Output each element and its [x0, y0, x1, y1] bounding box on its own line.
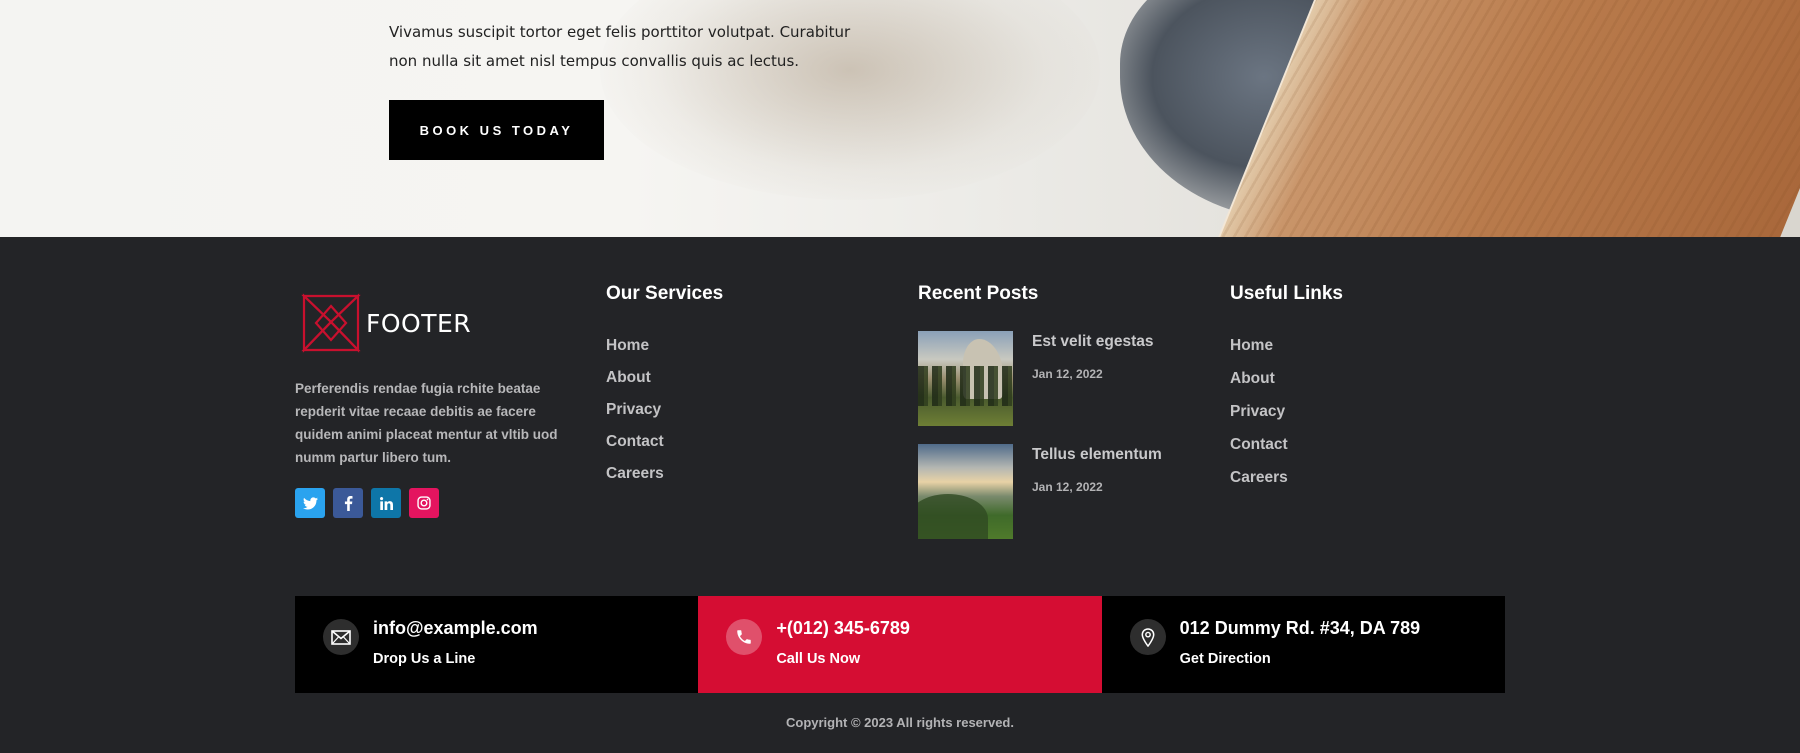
services-link-about[interactable]: About — [606, 369, 664, 387]
services-link-privacy[interactable]: Privacy — [606, 401, 664, 419]
logo-mark-icon — [301, 293, 361, 353]
footer: FOOTER Perferendis rendae fugia rchite b… — [0, 237, 1800, 753]
services-link-careers[interactable]: Careers — [606, 465, 664, 483]
services-link-home[interactable]: Home — [606, 337, 664, 355]
contact-email[interactable]: info@example.com — [373, 618, 538, 639]
hero-section: Vivamus suscipit tortor eget felis portt… — [0, 0, 1800, 237]
useful-links-title: Useful Links — [1230, 283, 1343, 304]
hero-text: Vivamus suscipit tortor eget felis portt… — [389, 23, 851, 70]
footer-about-text: Perferendis rendae fugia rchite beatae r… — [295, 381, 558, 465]
post-thumbnail-image[interactable] — [918, 331, 1013, 426]
contact-phone-block[interactable]: +(012) 345-6789 Call Us Now — [698, 596, 1102, 693]
envelope-icon — [323, 619, 359, 655]
instagram-icon[interactable] — [409, 488, 439, 518]
contact-email-block[interactable]: info@example.com Drop Us a Line — [295, 596, 699, 693]
useful-link-privacy[interactable]: Privacy — [1230, 403, 1288, 421]
hero-background-wood — [1214, 0, 1800, 237]
post-title[interactable]: Est velit egestas — [1032, 333, 1153, 351]
useful-link-careers[interactable]: Careers — [1230, 469, 1288, 487]
post-thumbnail-image[interactable] — [918, 444, 1013, 539]
services-link-contact[interactable]: Contact — [606, 433, 664, 451]
contact-address-label: Get Direction — [1179, 651, 1271, 667]
services-list: Home About Privacy Contact Careers — [606, 337, 664, 483]
our-services-title: Our Services — [606, 283, 724, 304]
contact-address-block[interactable]: 012 Dummy Rd. #34, DA 789 Get Direction — [1101, 596, 1505, 693]
map-pin-icon — [1129, 619, 1166, 655]
recent-posts-title: Recent Posts — [918, 283, 1039, 304]
linkedin-icon[interactable] — [371, 488, 401, 518]
useful-link-contact[interactable]: Contact — [1230, 436, 1288, 454]
footer-logo[interactable]: FOOTER — [300, 292, 471, 354]
post-date: Jan 12, 2022 — [1032, 480, 1103, 494]
post-title[interactable]: Tellus elementum — [1032, 446, 1162, 464]
copyright-text: Copyright © 2023 All rights reserved. — [785, 715, 1014, 730]
phone-icon — [726, 619, 763, 655]
useful-link-about[interactable]: About — [1230, 370, 1288, 388]
useful-link-home[interactable]: Home — [1230, 337, 1288, 355]
contact-phone-label: Call Us Now — [776, 651, 861, 667]
useful-links-list: Home About Privacy Contact Careers — [1230, 337, 1288, 487]
contact-email-label: Drop Us a Line — [373, 651, 476, 667]
post-item[interactable]: Tellus elementum Jan 12, 2022 — [918, 444, 1162, 539]
logo-text: FOOTER — [366, 308, 472, 338]
contact-phone[interactable]: +(012) 345-6789 — [776, 618, 910, 639]
contact-address[interactable]: 012 Dummy Rd. #34, DA 789 — [1180, 618, 1420, 639]
post-date: Jan 12, 2022 — [1032, 367, 1103, 381]
book-us-today-button[interactable]: BOOK US TODAY — [389, 100, 604, 160]
facebook-icon[interactable] — [333, 488, 363, 518]
post-item[interactable]: Est velit egestas Jan 12, 2022 — [918, 331, 1153, 426]
social-links — [295, 488, 439, 518]
contact-bar: info@example.com Drop Us a Line +(012) 3… — [295, 596, 1505, 693]
twitter-icon[interactable] — [295, 488, 325, 518]
